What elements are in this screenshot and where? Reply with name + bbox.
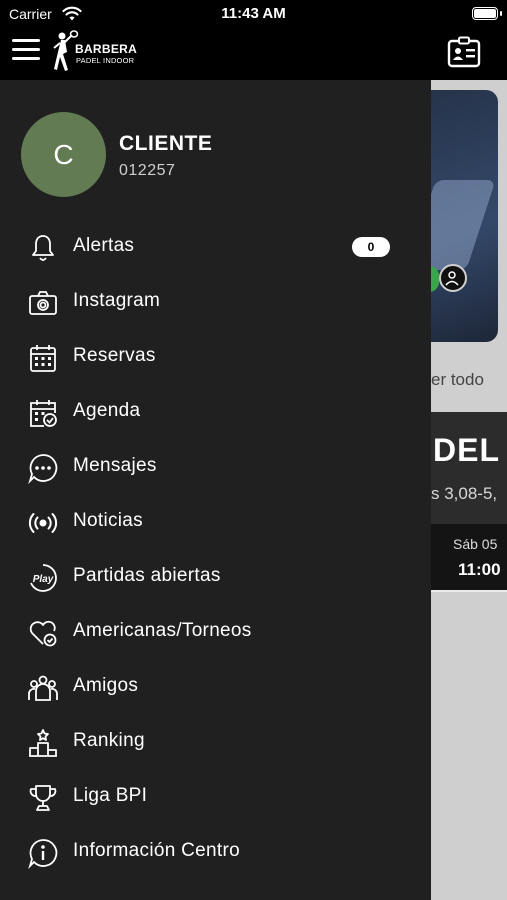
broadcast-icon: [27, 507, 59, 539]
see-all-link[interactable]: er todo: [431, 370, 484, 390]
menu-label: Ranking: [73, 730, 145, 751]
background-content: er todo DEL s 3,08-5, Sáb 05 11:00: [431, 80, 507, 900]
bell-icon: [27, 232, 59, 264]
svg-text:Play: Play: [33, 574, 54, 585]
navigation-drawer: C CLIENTE 012257 Alertas 0 Instagram Res…: [0, 80, 431, 900]
menu-item-liga-bpi[interactable]: Liga BPI: [0, 770, 431, 825]
promo-banner[interactable]: [431, 90, 498, 342]
status-bar: Carrier 11:43 AM: [0, 0, 507, 28]
menu-label: Noticias: [73, 510, 143, 531]
calendar-icon: [27, 342, 59, 374]
battery-icon: [472, 7, 498, 20]
menu-item-partidas-abiertas[interactable]: Play Partidas abiertas: [0, 550, 431, 605]
user-name: CLIENTE: [119, 132, 213, 155]
menu-label: Instagram: [73, 290, 161, 311]
battery-cap: [500, 11, 502, 16]
id-card-icon[interactable]: [447, 36, 481, 68]
menu-item-agenda[interactable]: Agenda: [0, 385, 431, 440]
menu-item-informacion-centro[interactable]: Información Centro: [0, 825, 431, 880]
menu-label: Partidas abiertas: [73, 565, 221, 586]
menu-label: Americanas/Torneos: [73, 620, 252, 641]
user-id: 012257: [119, 162, 176, 179]
app-header: BARBERA PADEL INDOOR: [0, 28, 507, 80]
menu-item-mensajes[interactable]: Mensajes: [0, 440, 431, 495]
match-card-day: Sáb 05: [453, 536, 498, 552]
calendar-check-icon: [27, 397, 59, 429]
menu-item-instagram[interactable]: Instagram: [0, 275, 431, 330]
menu-label: Información Centro: [73, 840, 240, 861]
avatar[interactable]: C: [21, 112, 106, 197]
menu-item-americanas-torneos[interactable]: Americanas/Torneos: [0, 605, 431, 660]
chat-icon: [27, 452, 59, 485]
menu-label: Alertas: [73, 235, 135, 256]
match-card[interactable]: DEL s 3,08-5, Sáb 05 11:00: [431, 412, 507, 592]
add-player-icon[interactable]: [439, 264, 467, 292]
alerts-count-badge: 0: [352, 237, 390, 257]
podium-icon: [27, 727, 59, 759]
info-icon: [27, 837, 59, 870]
logo-brand-text: BARBERA: [75, 42, 138, 56]
menu-label: Amigos: [73, 675, 139, 696]
status-time: 11:43 AM: [221, 5, 286, 22]
menu-item-reservas[interactable]: Reservas: [0, 330, 431, 385]
menu-label: Reservas: [73, 345, 156, 366]
menu-item-amigos[interactable]: Amigos: [0, 660, 431, 715]
group-icon: [27, 672, 59, 704]
match-card-title: DEL: [433, 432, 500, 468]
menu-label: Liga BPI: [73, 785, 148, 806]
logo-sub-text: PADEL INDOOR: [76, 56, 135, 65]
menu-item-ranking[interactable]: Ranking: [0, 715, 431, 770]
profile-header[interactable]: C CLIENTE 012257: [0, 80, 431, 210]
match-card-hour: 11:00: [458, 560, 501, 579]
heart-check-icon: [27, 617, 59, 649]
camera-icon: [27, 287, 59, 319]
hamburger-menu-button[interactable]: [12, 39, 42, 63]
menu-item-noticias[interactable]: Noticias: [0, 495, 431, 550]
menu-label: Mensajes: [73, 455, 157, 476]
trophy-icon: [27, 782, 59, 814]
menu-item-alertas[interactable]: Alertas 0: [0, 220, 431, 275]
match-card-desc: s 3,08-5,: [431, 484, 498, 503]
play-icon: Play: [27, 562, 59, 594]
brand-logo: BARBERA PADEL INDOOR: [49, 30, 149, 76]
menu-label: Agenda: [73, 400, 141, 421]
